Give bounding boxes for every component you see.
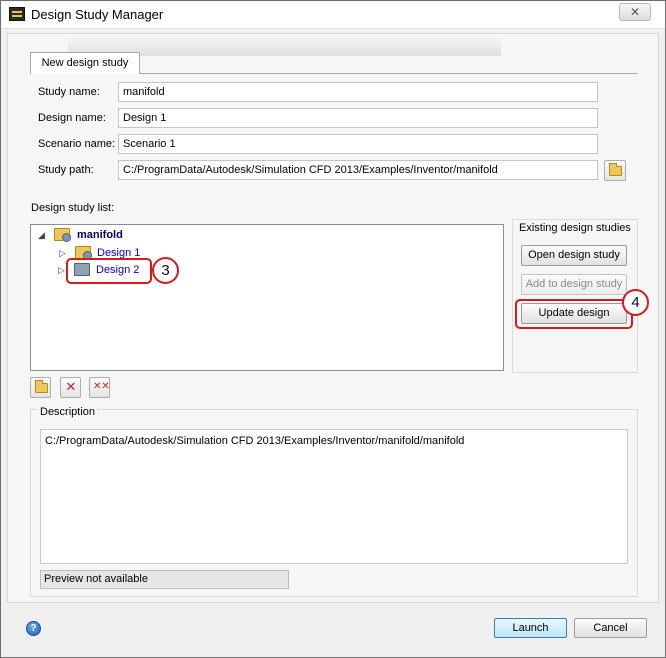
expand-arrow-icon[interactable]: ▷ xyxy=(57,261,66,279)
design-name-field[interactable] xyxy=(118,108,598,128)
study-folder-icon xyxy=(54,228,71,242)
scenario-name-field[interactable] xyxy=(118,134,598,154)
description-caption: Description xyxy=(38,406,98,418)
callout-number: 4 xyxy=(622,289,649,316)
design-study-list-label: Design study list: xyxy=(31,202,115,214)
app-logo-icon xyxy=(9,7,25,21)
folder-icon xyxy=(609,163,622,176)
tab-new-design-study[interactable]: New design study xyxy=(30,52,140,74)
description-text[interactable]: C:/ProgramData/Autodesk/Simulation CFD 2… xyxy=(40,429,628,564)
open-design-study-button[interactable]: Open design study xyxy=(521,245,627,266)
open-folder-button[interactable] xyxy=(30,377,51,398)
window-title: Design Study Manager xyxy=(31,7,164,22)
delete-all-icon: ✕✕ xyxy=(93,381,110,392)
study-path-label: Study path: xyxy=(38,164,94,176)
close-button[interactable]: ✕ xyxy=(619,3,651,21)
gear-icon xyxy=(62,233,71,242)
design-name-label: Design name: xyxy=(38,112,106,124)
study-path-field[interactable] xyxy=(118,160,598,180)
browse-folder-button[interactable] xyxy=(604,160,626,181)
cancel-button[interactable]: Cancel xyxy=(574,618,647,638)
tree-item-label: manifold xyxy=(77,229,123,241)
preview-status: Preview not available xyxy=(40,570,289,589)
collapse-arrow-icon[interactable]: ◢ xyxy=(37,226,46,244)
open-folder-icon xyxy=(35,380,48,393)
callout-highlight-design-2 xyxy=(66,258,152,284)
study-name-label: Study name: xyxy=(38,86,100,98)
design-study-manager-window: Design Study Manager ✕ New design study … xyxy=(0,0,666,658)
help-icon[interactable]: ? xyxy=(26,621,41,636)
existing-design-studies-caption: Existing design studies xyxy=(519,222,631,234)
add-to-design-study-button[interactable]: Add to design study xyxy=(521,274,627,295)
title-bar: Design Study Manager ✕ xyxy=(1,1,665,29)
launch-button[interactable]: Launch xyxy=(494,618,567,638)
study-name-field[interactable] xyxy=(118,82,598,102)
callout-highlight-update-design xyxy=(515,299,633,329)
delete-icon: ✕ xyxy=(65,379,77,394)
delete-button[interactable]: ✕ xyxy=(60,377,81,398)
expand-arrow-icon[interactable]: ▷ xyxy=(58,244,67,262)
existing-design-studies-group xyxy=(512,219,638,373)
callout-number: 3 xyxy=(152,257,179,284)
design-study-tree[interactable]: ◢ manifold ▷ Design 1 xyxy=(30,224,504,371)
tree-item-manifold[interactable]: ◢ manifold xyxy=(37,226,237,244)
scenario-name-label: Scenario name: xyxy=(38,138,116,150)
delete-all-button[interactable]: ✕✕ xyxy=(89,377,110,398)
